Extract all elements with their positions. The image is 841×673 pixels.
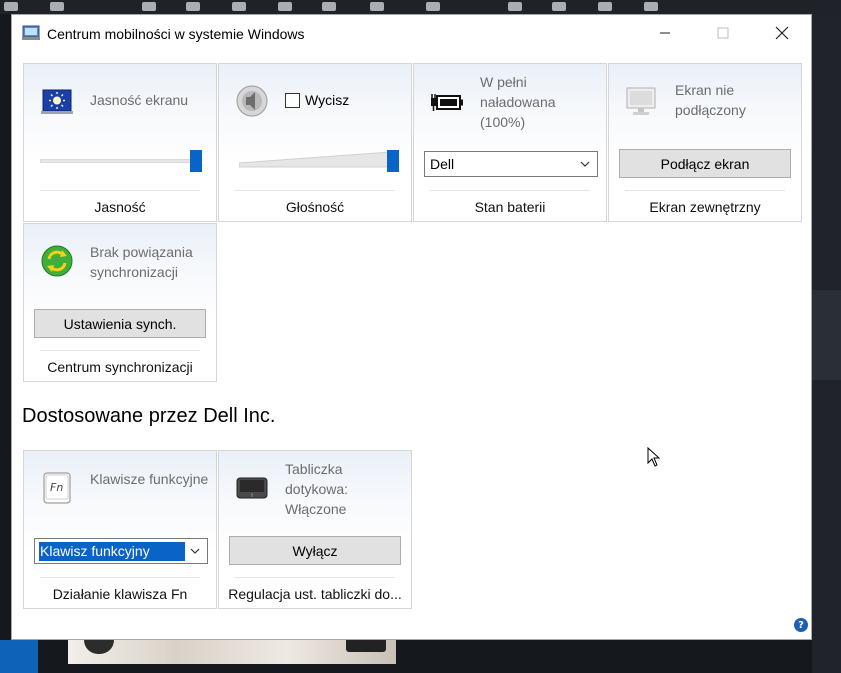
mobility-center-window: Centrum mobilności w systemie Windows Ja…: [11, 14, 812, 640]
speaker-icon: [235, 84, 269, 118]
touchpad-status: Tabliczka dotykowa: Włączone: [285, 461, 349, 517]
sync-label: Centrum synchronizacji: [47, 359, 193, 375]
title-bar[interactable]: Centrum mobilności w systemie Windows: [12, 15, 811, 51]
touchpad-label: Regulacja ust. tabliczki do...: [228, 586, 402, 602]
divider: [40, 350, 200, 351]
mute-label: Wycisz: [305, 92, 350, 108]
divider: [625, 190, 785, 191]
volume-slider-thumb[interactable]: [387, 150, 399, 172]
divider: [235, 190, 395, 191]
tile-brightness: Jasność ekranu Jasność: [23, 63, 217, 222]
tile-function-keys: Fn Klawisze funkcyjne Klawisz funkcyjny …: [23, 450, 217, 609]
background-toolbar: [0, 0, 841, 14]
fnkey-label: Działanie klawisza Fn: [52, 586, 188, 602]
power-plan-value: Dell: [430, 156, 455, 172]
sync-icon: [40, 244, 74, 278]
battery-label: Stan baterii: [474, 199, 546, 215]
sync-status: Brak powiązania synchronizacji: [90, 244, 193, 280]
touchpad-icon: [235, 471, 269, 505]
fn-key-icon: Fn: [40, 471, 74, 505]
fnkey-status: Klawisze funkcyjne: [90, 471, 209, 487]
tile-touchpad: Tabliczka dotykowa: Włączone Wyłącz Regu…: [218, 450, 412, 609]
fn-key-value: Klawisz funkcyjny: [39, 542, 185, 561]
battery-plug-icon: [430, 84, 464, 118]
brightness-icon: [40, 84, 74, 118]
mobility-center-icon: [22, 25, 40, 41]
tile-battery: W pełni naładowana (100%) Dell Stan bate…: [413, 63, 607, 222]
disable-touchpad-button[interactable]: Wyłącz: [229, 536, 401, 565]
brightness-slider[interactable]: [40, 159, 200, 163]
monitor-icon: [625, 84, 659, 118]
tile-volume: Wycisz Głośność: [218, 63, 412, 222]
section-title: Dostosowane przez Dell Inc.: [22, 405, 276, 427]
display-status: Ekran nie podłączony: [675, 82, 746, 118]
power-plan-select[interactable]: Dell: [424, 151, 598, 177]
chevron-down-icon: [190, 548, 200, 554]
mouse-cursor-icon: [647, 446, 661, 467]
window-title: Centrum mobilności w systemie Windows: [47, 26, 305, 42]
maximize-button[interactable]: [700, 15, 746, 51]
mute-control[interactable]: Wycisz: [285, 92, 349, 108]
help-icon[interactable]: ?: [794, 618, 808, 632]
display-label: Ekran zewnętrzny: [649, 199, 761, 215]
background-band: [812, 290, 841, 380]
divider: [40, 190, 200, 191]
volume-slider[interactable]: [238, 150, 392, 168]
minimize-icon: [660, 32, 670, 34]
background-tile: [0, 640, 38, 673]
connect-display-button[interactable]: Podłącz ekran: [619, 149, 791, 178]
background-shape: [346, 640, 386, 652]
minimize-button[interactable]: [642, 15, 688, 51]
fn-key-select[interactable]: Klawisz funkcyjny: [34, 538, 208, 564]
close-icon: [775, 26, 789, 40]
brightness-slider-thumb[interactable]: [190, 150, 202, 172]
brightness-status: Jasność ekranu: [90, 92, 189, 108]
maximize-icon: [717, 27, 729, 39]
brightness-label: Jasność: [94, 199, 146, 215]
svg-text:Fn: Fn: [50, 481, 63, 494]
sync-settings-button[interactable]: Ustawienia synch.: [34, 309, 206, 338]
close-button[interactable]: [759, 15, 805, 51]
tile-external-display: Ekran nie podłączony Podłącz ekran Ekran…: [608, 63, 802, 222]
divider: [430, 190, 590, 191]
battery-status: W pełni naładowana (100%): [480, 74, 556, 130]
divider: [235, 577, 395, 578]
mute-checkbox[interactable]: [285, 92, 300, 108]
divider: [40, 577, 200, 578]
volume-label: Głośność: [285, 199, 345, 215]
chevron-down-icon: [580, 161, 590, 167]
tile-sync-center: Brak powiązania synchronizacji Ustawieni…: [23, 223, 217, 382]
